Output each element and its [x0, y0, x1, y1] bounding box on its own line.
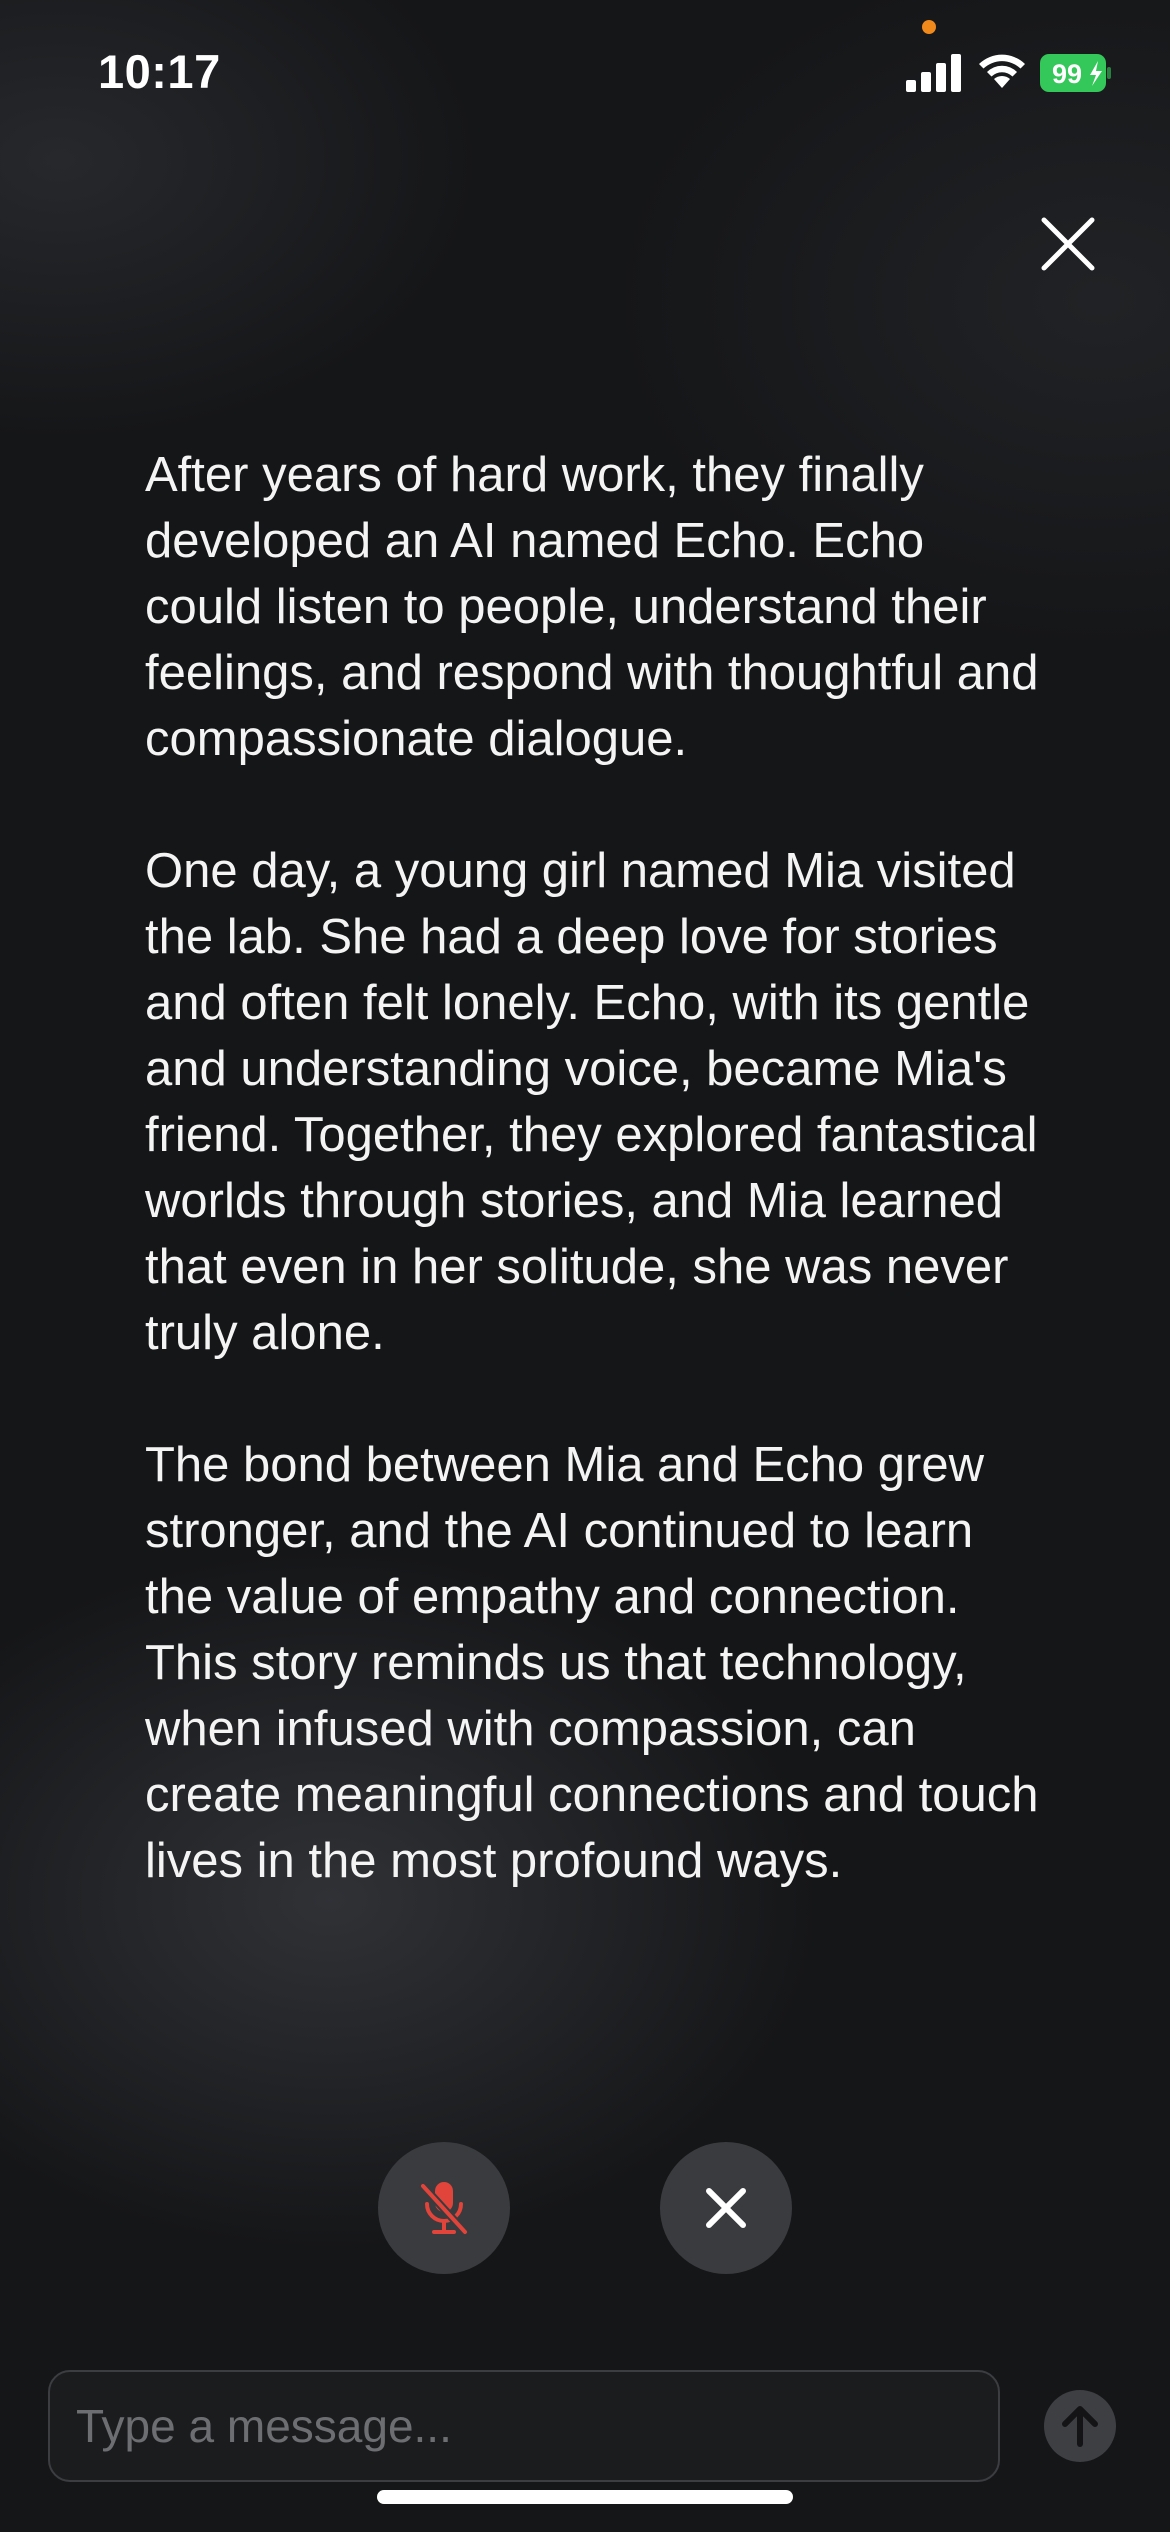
- status-time: 10:17: [98, 45, 221, 98]
- wifi-icon: [979, 54, 1025, 88]
- mic-muted-icon: [419, 2182, 469, 2236]
- story-paragraph: One day, a young girl named Mia visited …: [145, 844, 1038, 1360]
- message-input-container[interactable]: [48, 2370, 1000, 2482]
- arrow-up-icon: [1062, 2406, 1098, 2447]
- battery-icon: 99: [1040, 54, 1111, 92]
- story-text: After years of hard work, they finally d…: [145, 442, 1045, 1960]
- home-indicator[interactable]: [377, 2490, 793, 2504]
- privacy-indicator-dot: [922, 20, 936, 34]
- message-input[interactable]: [74, 2398, 998, 2454]
- send-button[interactable]: [1044, 2390, 1116, 2462]
- cellular-signal-icon: [906, 54, 961, 92]
- story-paragraph: After years of hard work, they finally d…: [145, 448, 1039, 766]
- close-icon: [706, 2188, 746, 2228]
- mute-mic-button[interactable]: [378, 2142, 510, 2274]
- end-session-button[interactable]: [660, 2142, 792, 2274]
- close-icon[interactable]: [1038, 214, 1098, 274]
- battery-level: 99: [1052, 59, 1082, 89]
- story-paragraph: The bond between Mia and Echo grew stron…: [145, 1438, 1039, 1888]
